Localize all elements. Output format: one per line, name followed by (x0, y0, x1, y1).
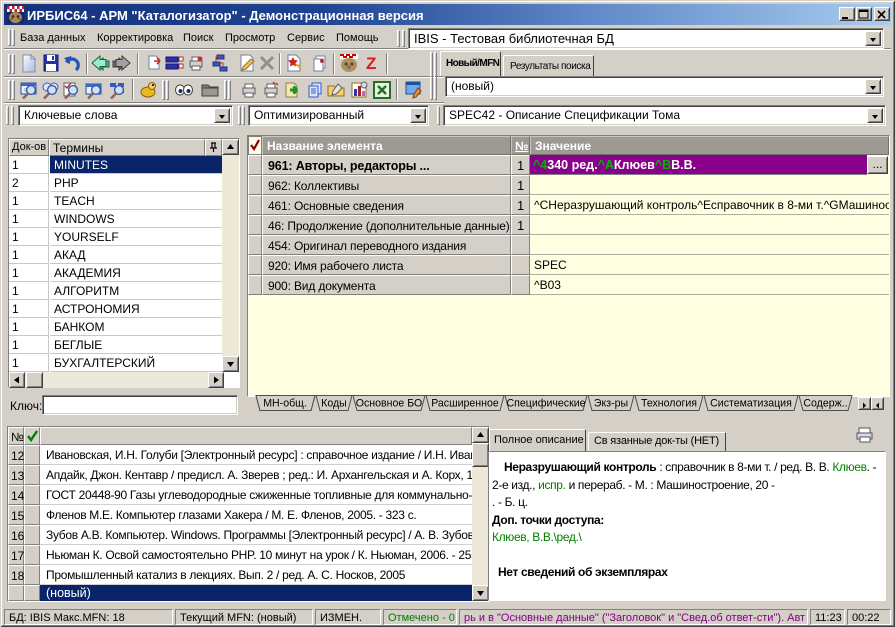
svg-text:Технология: Технология (641, 398, 697, 410)
svg-text:Z: Z (366, 54, 376, 73)
svg-text:Экз-ры: Экз-ры (594, 398, 628, 410)
svg-text:Расширенное: Расширенное (431, 398, 499, 410)
svg-text:Специфические: Специфические (506, 398, 585, 410)
svg-text:Содерж..: Содерж.. (803, 398, 847, 410)
svg-text:Систематизация: Систематизация (710, 398, 792, 410)
svg-text:Основное БО: Основное БО (356, 398, 423, 410)
svg-text:МН-общ.: МН-общ. (263, 398, 307, 410)
svg-text:Коды: Коды (321, 398, 347, 410)
